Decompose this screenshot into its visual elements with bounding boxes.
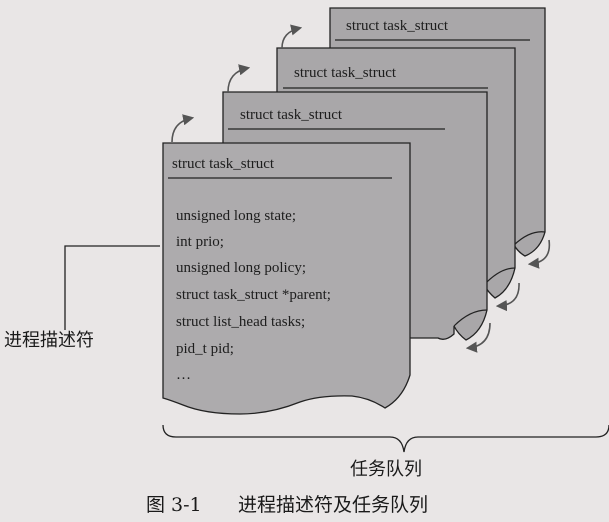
- queue-brace: 任务队列: [162, 424, 609, 480]
- arrow-card3-to-card4: [281, 24, 303, 49]
- descriptor-pointer-line: [64, 245, 160, 330]
- card-1-title: struct task_struct: [172, 156, 275, 172]
- figure-caption: 图 3-1 进程描述符及任务队列: [146, 494, 428, 516]
- field-prio: int prio;: [176, 234, 224, 250]
- field-state: unsigned long state;: [176, 208, 296, 224]
- queue-label: 任务队列: [350, 459, 422, 480]
- card-1-body: [162, 142, 411, 415]
- card-4-title: struct task_struct: [346, 18, 449, 34]
- card-3-title: struct task_struct: [294, 65, 397, 81]
- field-policy: unsigned long policy;: [176, 260, 306, 276]
- descriptor-label: 进程描述符: [4, 330, 94, 351]
- arrow-card1-to-card2: [171, 114, 195, 143]
- diagram-canvas: struct task_struct struct task_struct st…: [4, 7, 609, 516]
- figure-number: 图 3-1: [146, 494, 202, 516]
- field-ellipsis: …: [176, 367, 191, 383]
- descriptor-pointer: 进程描述符: [4, 245, 160, 351]
- queue-brace-line: [162, 424, 609, 453]
- task-struct-card-1: struct task_struct unsigned long state; …: [162, 142, 411, 415]
- field-parent: struct task_struct *parent;: [176, 287, 331, 303]
- arrow-card2-to-card3: [227, 64, 251, 93]
- field-tasks: struct list_head tasks;: [176, 314, 305, 330]
- field-pid: pid_t pid;: [176, 341, 234, 357]
- card-2-title: struct task_struct: [240, 107, 343, 123]
- figure-caption-text: 进程描述符及任务队列: [238, 494, 428, 516]
